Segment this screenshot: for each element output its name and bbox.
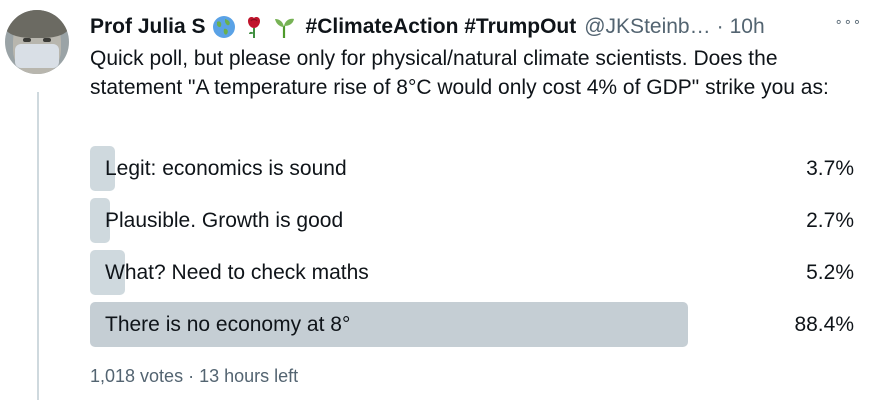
avatar-mask bbox=[15, 44, 59, 68]
author-hashtags[interactable]: #ClimateAction #TrumpOut bbox=[306, 15, 577, 39]
more-options-icon[interactable]: ∘∘∘ bbox=[835, 14, 862, 30]
poll: Legit: economics is sound 3.7% Plausible… bbox=[90, 146, 860, 354]
poll-option: Legit: economics is sound 3.7% bbox=[90, 146, 860, 191]
poll-option: What? Need to check maths 5.2% bbox=[90, 250, 860, 295]
poll-option: There is no economy at 8° 88.4% bbox=[90, 302, 860, 347]
poll-option-label: Legit: economics is sound bbox=[105, 157, 347, 180]
poll-footer-separator: · bbox=[188, 366, 195, 386]
poll-option-label: Plausible. Growth is good bbox=[105, 209, 344, 232]
poll-option-percent: 3.7% bbox=[806, 157, 854, 180]
tweet-timestamp[interactable]: 10h bbox=[730, 15, 765, 39]
avatar-eye bbox=[43, 38, 51, 42]
header-separator: · bbox=[716, 15, 724, 38]
poll-time-left: 13 hours left bbox=[199, 366, 299, 386]
poll-option-percent: 5.2% bbox=[806, 261, 854, 284]
poll-option-label: What? Need to check maths bbox=[105, 261, 369, 284]
rose-icon bbox=[247, 17, 260, 38]
poll-option: Plausible. Growth is good 2.7% bbox=[90, 198, 860, 243]
avatar-hair bbox=[5, 10, 69, 38]
globe-icon bbox=[212, 16, 235, 38]
thread-line bbox=[37, 92, 39, 400]
avatar-eye bbox=[23, 38, 31, 42]
poll-option-percent: 88.4% bbox=[794, 313, 854, 336]
tweet-header: Prof Julia S #ClimateAction #TrumpOut @J… bbox=[90, 12, 862, 42]
poll-option-percent: 2.7% bbox=[806, 209, 854, 232]
poll-votes: 1,018 votes bbox=[90, 366, 184, 386]
seedling-icon bbox=[274, 18, 294, 38]
tweet-text: Quick poll, but please only for physical… bbox=[90, 47, 829, 99]
poll-option-label: There is no economy at 8° bbox=[105, 313, 351, 336]
avatar[interactable] bbox=[5, 10, 69, 74]
author-handle[interactable]: @JKSteinb… bbox=[584, 15, 710, 39]
poll-footer: 1,018 votes · 13 hours left bbox=[90, 366, 298, 387]
author-name[interactable]: Prof Julia S bbox=[90, 15, 206, 39]
